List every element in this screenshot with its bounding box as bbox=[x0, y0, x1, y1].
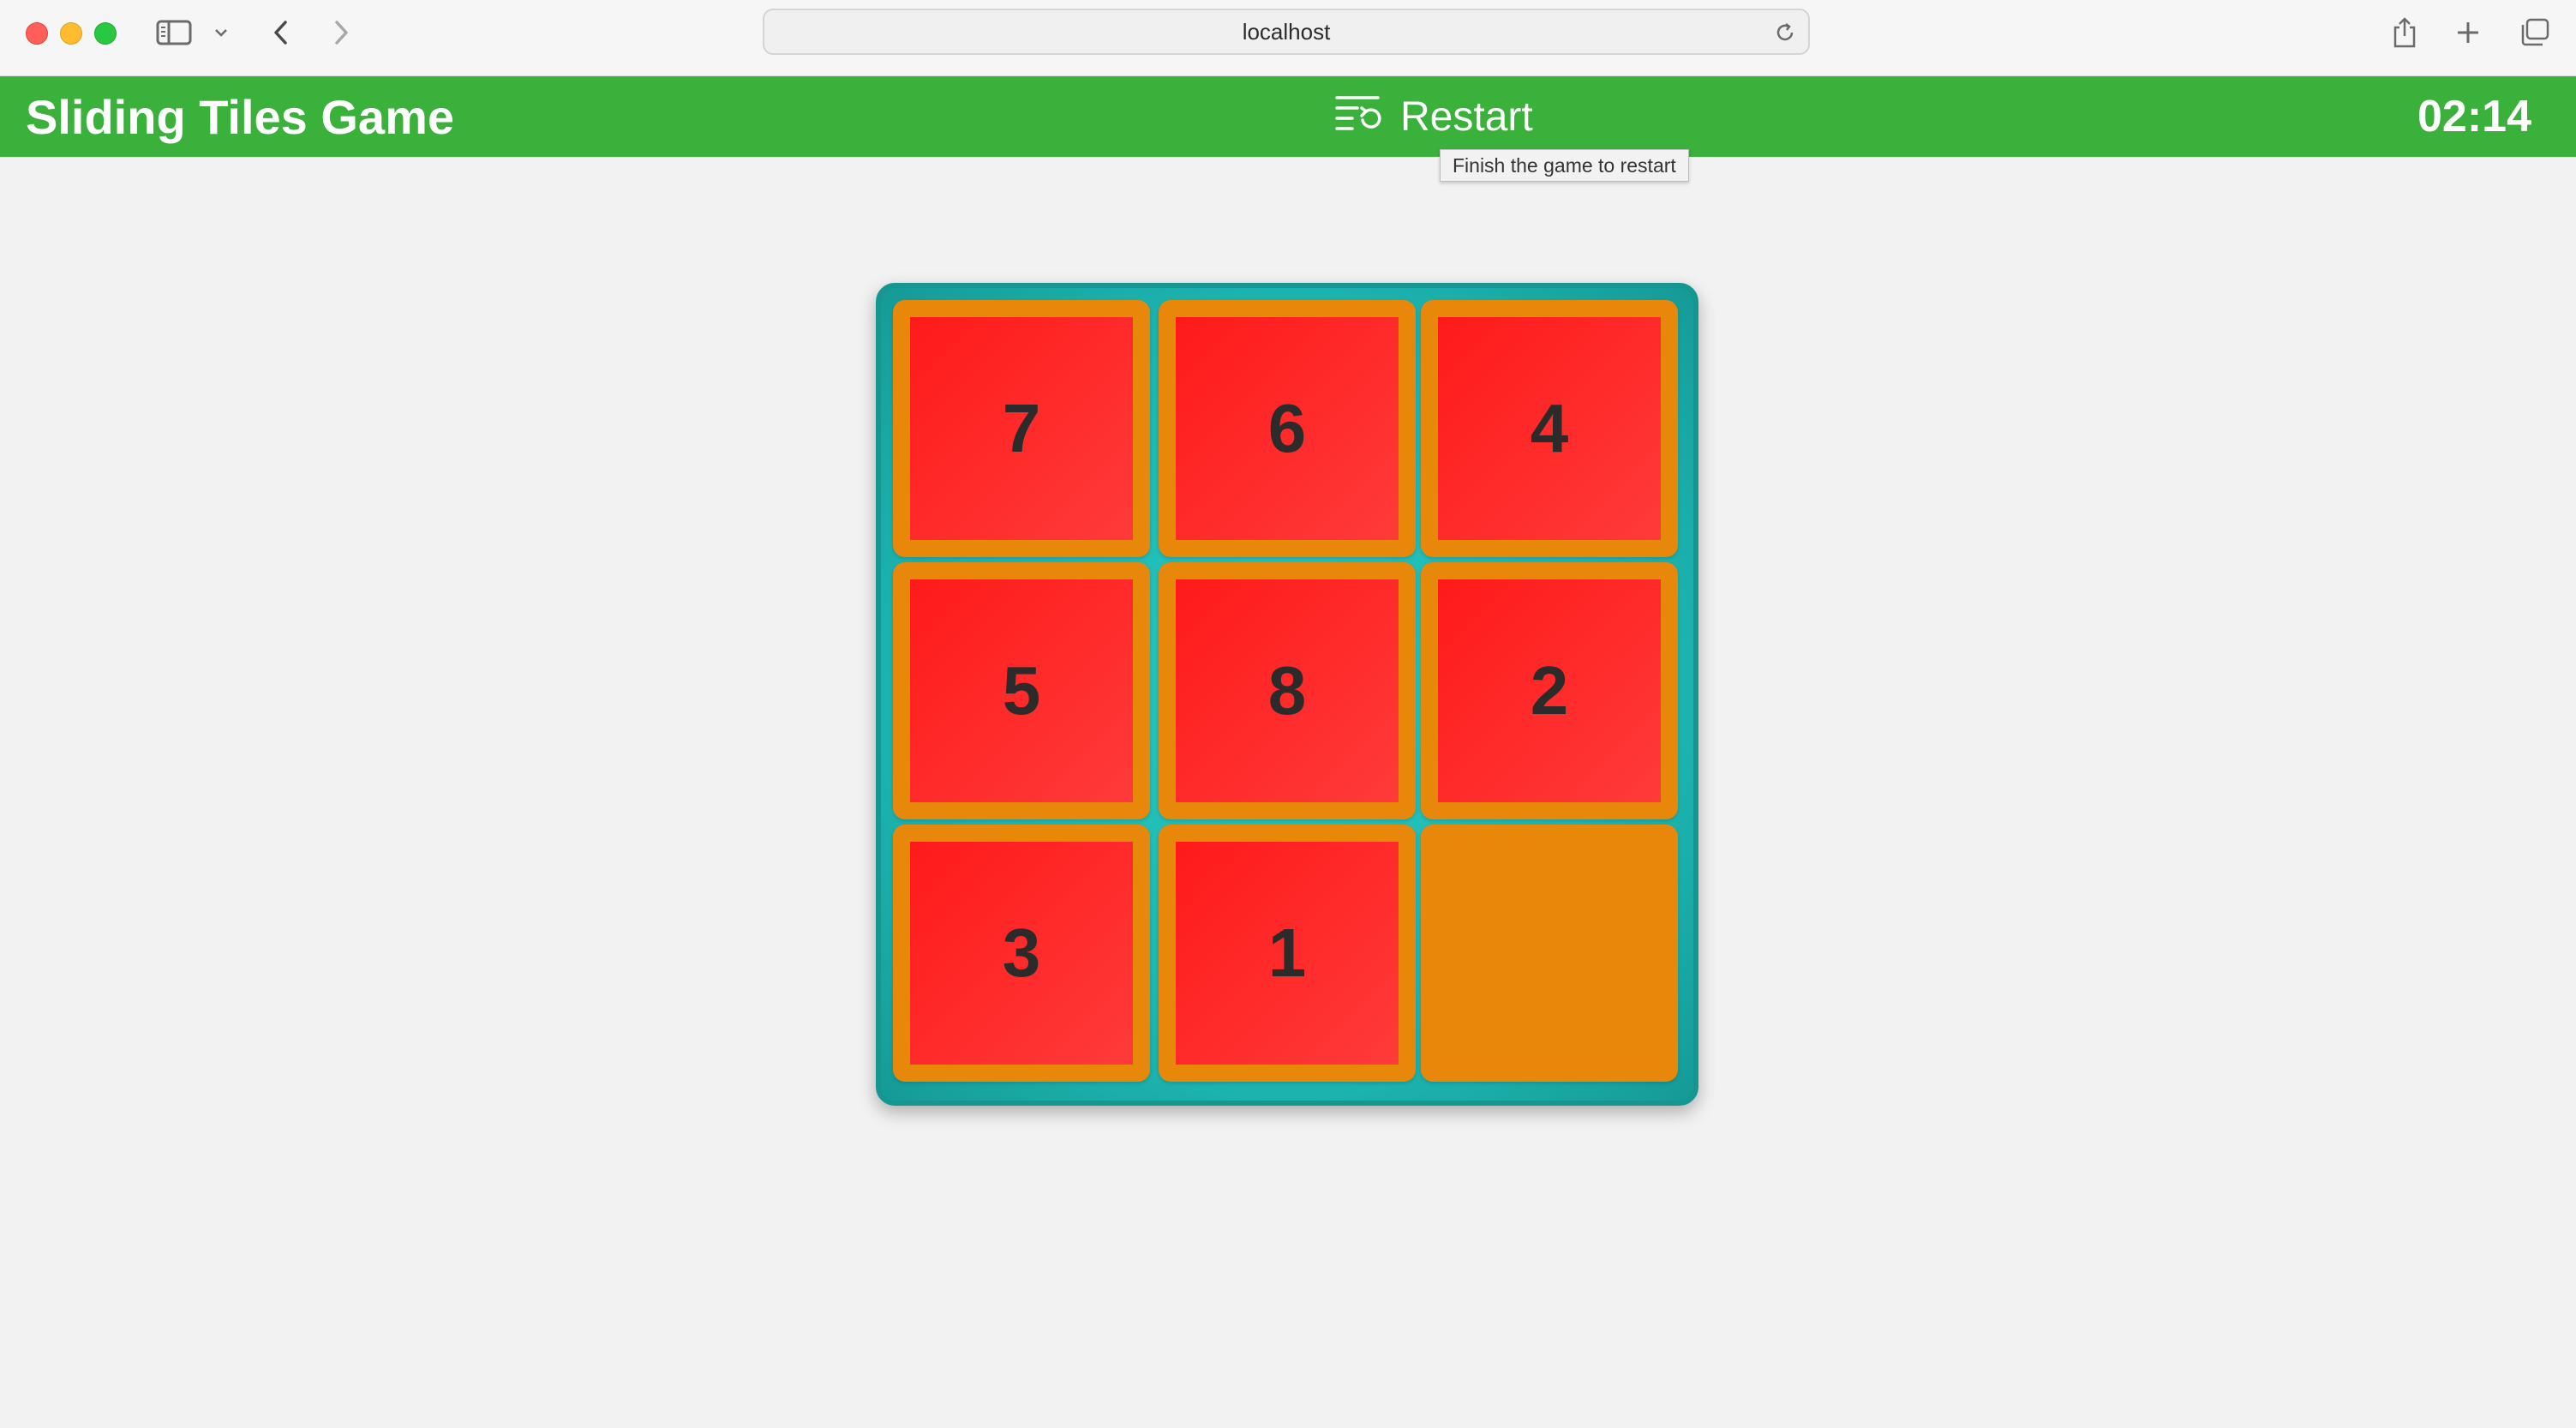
restart-tooltip: Finish the game to restart bbox=[1440, 149, 1689, 182]
minimize-window-button[interactable] bbox=[60, 22, 82, 45]
tile[interactable]: 2 bbox=[1421, 562, 1678, 819]
close-window-button[interactable] bbox=[26, 22, 48, 45]
page-title: Sliding Tiles Game bbox=[26, 89, 455, 144]
restart-button[interactable]: Restart bbox=[1333, 87, 1533, 147]
tile[interactable]: 6 bbox=[1159, 300, 1416, 557]
game-board: 7 6 4 5 8 2 3 1 bbox=[876, 283, 1698, 1106]
tile[interactable]: 1 bbox=[1159, 825, 1416, 1082]
new-tab-icon[interactable] bbox=[2454, 15, 2482, 50]
address-url: localhost bbox=[1242, 18, 1331, 45]
game-timer: 02:14 bbox=[2417, 92, 2531, 141]
share-icon[interactable] bbox=[2391, 15, 2418, 50]
tile[interactable]: 8 bbox=[1159, 562, 1416, 819]
reload-icon[interactable] bbox=[1774, 21, 1796, 48]
app-header: Sliding Tiles Game Restart 02:14 bbox=[0, 76, 2576, 157]
tile[interactable]: 5 bbox=[893, 562, 1150, 819]
list-restart-icon bbox=[1333, 91, 1385, 142]
tile[interactable]: 3 bbox=[893, 825, 1150, 1082]
empty-tile-slot bbox=[1421, 825, 1678, 1082]
tab-overview-icon[interactable] bbox=[2518, 15, 2550, 50]
back-arrow-icon[interactable] bbox=[271, 15, 291, 50]
tile-number: 3 bbox=[910, 842, 1133, 1065]
tile[interactable]: 4 bbox=[1421, 300, 1678, 557]
browser-toolbar: localhost bbox=[0, 0, 2576, 76]
tile-number: 7 bbox=[910, 317, 1133, 540]
chevron-down-icon[interactable] bbox=[213, 15, 230, 50]
tile[interactable]: 7 bbox=[893, 300, 1150, 557]
tile-number: 8 bbox=[1176, 579, 1399, 802]
maximize-window-button[interactable] bbox=[94, 22, 117, 45]
tile-number: 5 bbox=[910, 579, 1133, 802]
tile-number: 4 bbox=[1438, 317, 1661, 540]
address-bar[interactable]: localhost bbox=[763, 9, 1810, 55]
restart-label: Restart bbox=[1400, 93, 1533, 140]
tile-number: 1 bbox=[1176, 842, 1399, 1065]
sidebar-toggle-icon[interactable] bbox=[156, 15, 192, 50]
tile-number: 2 bbox=[1438, 579, 1661, 802]
tile-number: 6 bbox=[1176, 317, 1399, 540]
forward-arrow-icon[interactable] bbox=[331, 15, 351, 50]
